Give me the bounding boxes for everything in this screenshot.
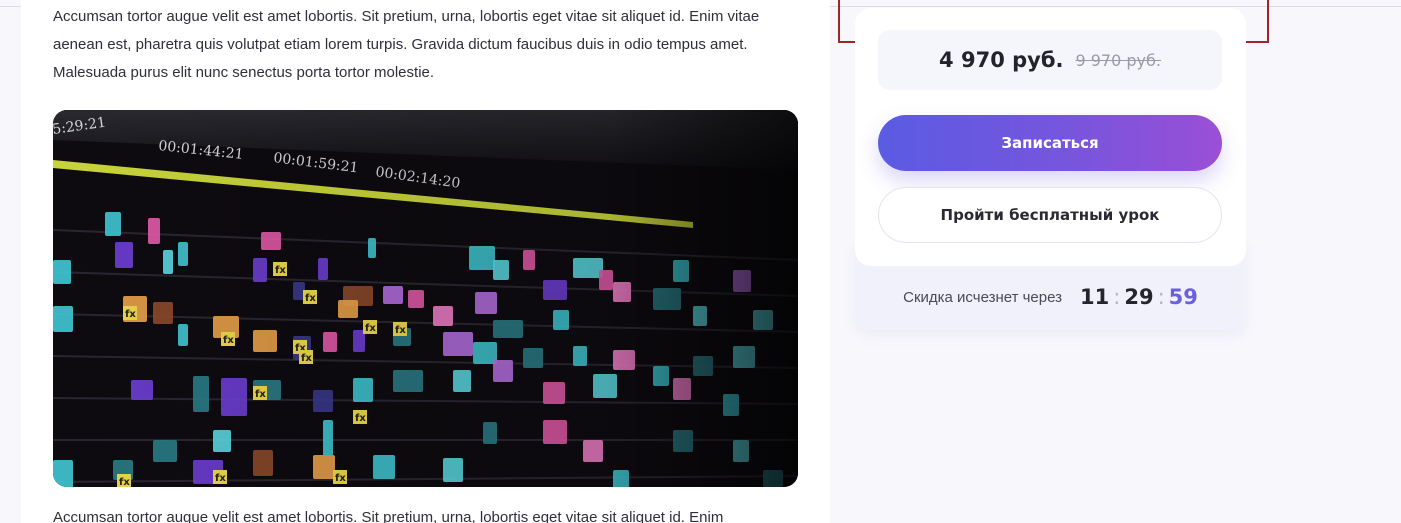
timer-minutes: 29	[1124, 285, 1154, 309]
countdown-timer: 11 : 29 : 59	[1080, 285, 1198, 309]
old-price: 9 970 руб.	[1075, 50, 1161, 70]
article-paragraph: Accumsan tortor augue velit est amet lob…	[53, 8, 760, 81]
timer-separator: :	[1113, 285, 1121, 309]
timer-seconds: 59	[1168, 285, 1198, 309]
discount-timer-row: Скидка исчезнет через 11 : 29 : 59	[855, 282, 1246, 312]
article-column: Accumsan tortor augue velit est amet lob…	[21, 0, 830, 523]
discount-label: Скидка исчезнет через	[903, 288, 1063, 306]
price-box: 4 970 руб. 9 970 руб.	[878, 30, 1222, 90]
video-timeline-illustration: 5:29:2100:01:44:2100:01:59:2100:02:14:20…	[53, 110, 798, 487]
enroll-button[interactable]: Записаться	[878, 115, 1222, 171]
timer-hours: 11	[1080, 285, 1110, 309]
timer-separator: :	[1157, 285, 1165, 309]
current-price: 4 970 руб.	[939, 48, 1064, 72]
free-lesson-button[interactable]: Пройти бесплатный урок	[878, 187, 1222, 243]
article-image: 5:29:2100:01:44:2100:01:59:2100:02:14:20…	[53, 110, 798, 487]
article-paragraph: Accumsan tortor augue velit est amet lob…	[53, 509, 724, 523]
